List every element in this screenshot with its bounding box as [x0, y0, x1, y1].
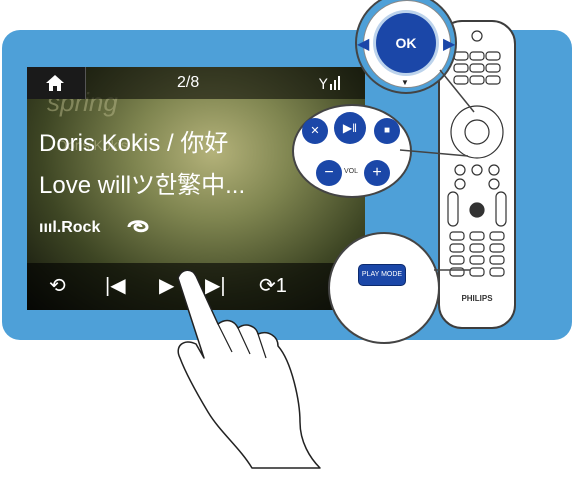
mute-icon: ✕ — [310, 125, 320, 137]
pointing-hand-icon — [177, 269, 321, 469]
top-bar: 2/8 Y — [27, 67, 365, 99]
play-mode-label: PLAY MODE — [361, 271, 403, 278]
back-icon: ⟲ — [49, 275, 66, 297]
remote-buttons-graphic — [447, 30, 507, 277]
play-pause-icon: ▶ǁ — [342, 121, 358, 135]
back-button[interactable]: ⟲ — [49, 271, 66, 301]
play-mode-button[interactable]: PLAY MODE — [358, 264, 406, 286]
right-arrow-icon[interactable]: ▶ — [443, 34, 455, 54]
home-icon — [46, 75, 64, 91]
left-arrow-icon[interactable]: ◀ — [357, 34, 369, 54]
svg-text:Y: Y — [319, 77, 328, 92]
mute-button[interactable]: ✕ — [302, 118, 328, 144]
volume-down-button[interactable]: − — [316, 160, 342, 186]
track-subtitle: Love willツ한繁中... — [39, 172, 246, 199]
track-title: Doris Kokis / 你好 — [39, 130, 229, 157]
ok-button[interactable]: OK — [376, 13, 436, 73]
volume-up-button[interactable]: + — [364, 160, 390, 186]
stop-icon: ■ — [383, 125, 391, 136]
genre-swirl-icon — [127, 220, 149, 233]
ok-label: OK — [395, 35, 417, 51]
previous-button[interactable]: |◀ — [105, 271, 126, 301]
genre-label: ıııl.Rock — [39, 219, 101, 236]
home-button[interactable] — [27, 67, 86, 99]
minus-icon: − — [324, 164, 334, 181]
playback-zoom-bubble: ✕ ▶ǁ ■ − VOL + — [292, 104, 412, 198]
page-indicator: 2/8 — [177, 74, 200, 91]
stop-button[interactable]: ■ — [374, 118, 400, 144]
down-arrow-icon[interactable]: ▼ — [401, 78, 409, 87]
previous-icon: |◀ — [105, 275, 126, 297]
vol-label: VOL — [344, 168, 359, 175]
play-pause-button[interactable]: ▶ǁ — [334, 112, 366, 144]
signal-icon: Y — [318, 74, 341, 97]
remote-brand: PHILIPS — [461, 294, 493, 303]
plus-icon: + — [372, 164, 382, 181]
